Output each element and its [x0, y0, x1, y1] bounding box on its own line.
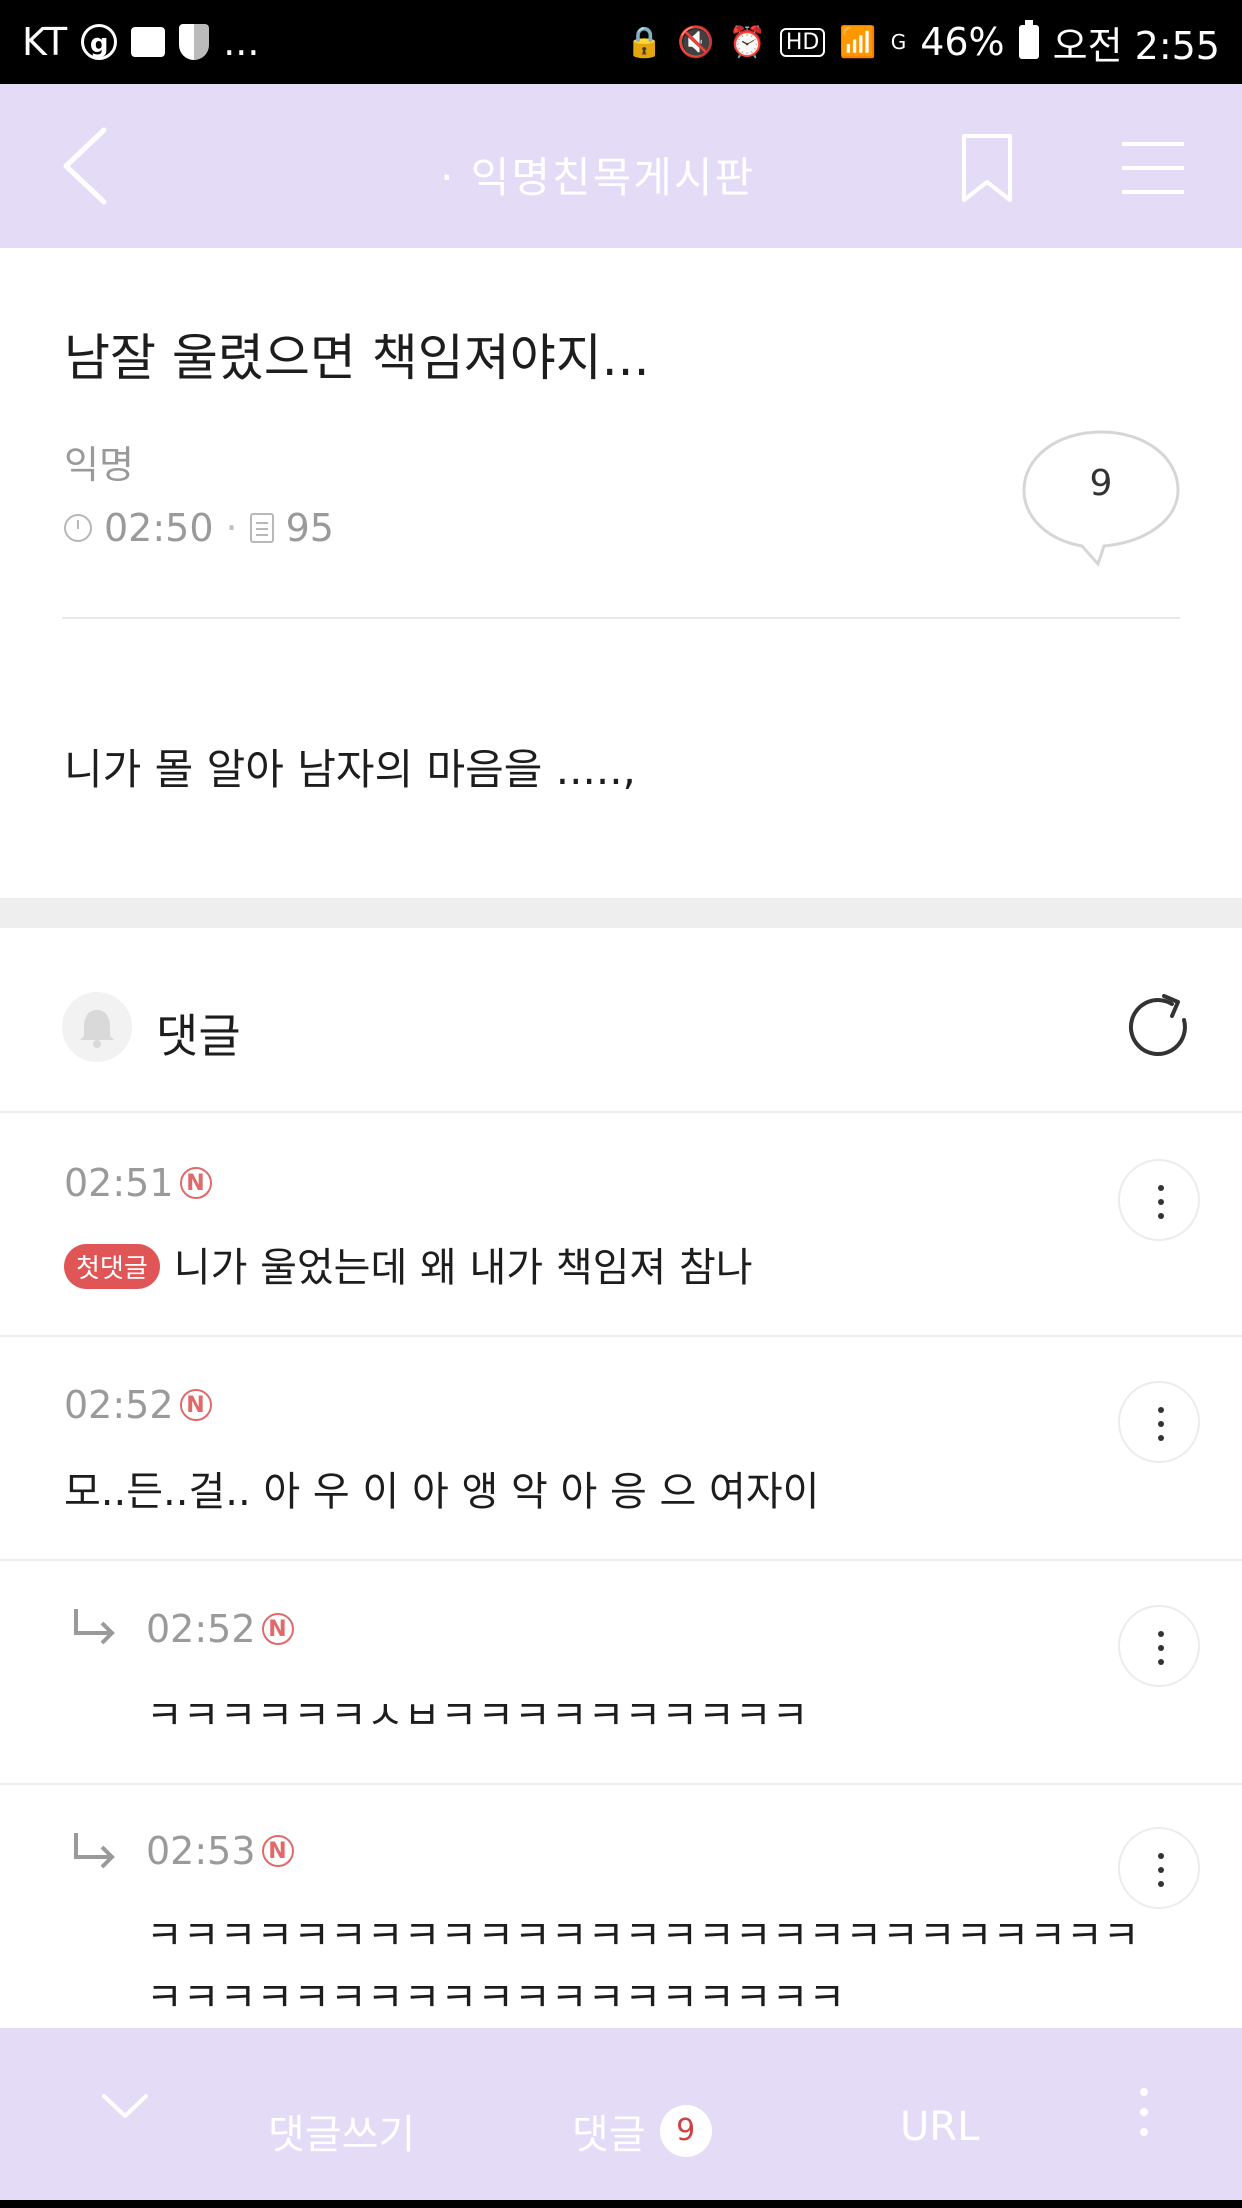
more-notifications: ...: [223, 20, 260, 64]
new-badge: N: [261, 1835, 294, 1867]
more-vertical-icon[interactable]: [1118, 1827, 1200, 1909]
comment-text: ㅋㅋㅋㅋㅋㅋㅅㅂㅋㅋㅋㅋㅋㅋㅋㅋㅋㅋ: [146, 1693, 809, 1739]
post-author: 익명: [64, 443, 134, 487]
new-badge: N: [261, 1613, 294, 1645]
network-type: G: [890, 30, 907, 54]
battery-icon: [1018, 20, 1039, 59]
reply-item: 02:52 N ㅋㅋㅋㅋㅋㅋㅅㅂㅋㅋㅋㅋㅋㅋㅋㅋㅋㅋ: [0, 1561, 1242, 1783]
post-time: 02:50: [104, 506, 214, 550]
mute-icon: 🔇: [677, 24, 715, 60]
battery-percent: 46%: [920, 20, 1005, 64]
chevron-left-icon[interactable]: [52, 124, 122, 208]
reply-item: 02:53 N ㅋㅋㅋㅋㅋㅋㅋㅋㅋㅋㅋㅋㅋㅋㅋㅋㅋㅋㅋㅋㅋㅋㅋㅋㅋㅋㅋ ㅋㅋㅋㅋ…: [0, 1785, 1242, 2028]
top-app-bar: · 익명친목게시판: [0, 84, 1242, 248]
post-title: 남잘 울렸으면 책임져야지...: [64, 329, 650, 387]
bell-icon[interactable]: [62, 992, 132, 1062]
comment-time: 02:52: [64, 1383, 174, 1427]
comment-time: 02:52: [146, 1607, 256, 1651]
write-comment-button[interactable]: 댓글쓰기: [268, 2102, 415, 2160]
clock-text: 오전 2:55: [1052, 23, 1220, 68]
post-views: 95: [285, 506, 334, 550]
comment-time: 02:53: [146, 1829, 256, 1873]
reply-arrow-icon: [74, 1609, 115, 1645]
divider: [62, 617, 1180, 619]
hamburger-menu-icon[interactable]: [1120, 138, 1186, 198]
comment-text: 니가 울었는데 왜 내가 책임져 참나: [173, 1245, 753, 1291]
more-vertical-icon[interactable]: [1118, 1605, 1200, 1687]
reply-arrow-icon: [74, 1833, 115, 1869]
clock-icon: [64, 514, 92, 542]
more-vertical-icon[interactable]: [1118, 1381, 1200, 1463]
board-title: · 익명친목게시판: [440, 153, 756, 202]
g-app-icon: g: [81, 24, 118, 60]
bottom-action-bar: 댓글쓰기 댓글 9 URL: [0, 2028, 1242, 2208]
post-meta: 02:50 · 95: [64, 506, 334, 550]
first-comment-badge: 첫댓글: [64, 1243, 160, 1289]
new-badge: N: [179, 1389, 212, 1421]
wifi-icon: 📶: [839, 24, 877, 60]
meta-separator: ·: [225, 506, 238, 550]
section-separator: [0, 898, 1242, 928]
url-button[interactable]: URL: [900, 2104, 979, 2150]
comment-item: 02:51 N 첫댓글 니가 울었는데 왜 내가 책임져 참나: [0, 1113, 1242, 1335]
comment-meta: 02:52 N: [64, 1383, 212, 1427]
post-body: 니가 몰 알아 남자의 마음을 .....,: [64, 745, 636, 794]
comments-button[interactable]: 댓글 9: [572, 2102, 712, 2160]
status-bar: KT g ... 🔒 🔇 ⏰ HD 📶 G 46% 오전 2:55: [0, 0, 1242, 84]
refresh-icon[interactable]: [1122, 990, 1198, 1066]
comments-heading: 댓글: [156, 1009, 241, 1063]
comment-item: 02:52 N 모..든..걸.. 아 우 이 아 앵 악 아 응 으 여자이: [0, 1337, 1242, 1559]
bookmark-icon[interactable]: [960, 132, 1014, 204]
views-icon: [249, 513, 274, 543]
new-badge: N: [179, 1167, 212, 1199]
comment-meta: 02:51 N: [64, 1161, 212, 1205]
comment-meta: 02:52 N: [146, 1607, 294, 1651]
lock-icon: 🔒: [625, 24, 664, 60]
chevron-down-icon[interactable]: [100, 2086, 150, 2126]
alarm-icon: ⏰: [728, 24, 766, 60]
comments-count-badge: 9: [659, 2105, 712, 2157]
hd-icon: HD: [779, 27, 826, 57]
image-icon: [131, 27, 166, 57]
more-vertical-icon[interactable]: [1118, 1159, 1200, 1241]
comment-text: 모..든..걸.. 아 우 이 아 앵 악 아 응 으 여자이: [64, 1469, 820, 1515]
comment-meta: 02:53 N: [146, 1829, 294, 1873]
comment-count: 9: [1089, 463, 1113, 504]
comment-time: 02:51: [64, 1161, 174, 1205]
screen-bottom-edge: [0, 2200, 1242, 2208]
more-vertical-icon[interactable]: [1134, 2084, 1154, 2144]
comment-text-line-2: ㅋㅋㅋㅋㅋㅋㅋㅋㅋㅋㅋㅋㅋㅋㅋㅋㅋㅋㅋ: [146, 1975, 846, 2021]
comments-button-label: 댓글: [572, 2112, 646, 2158]
shield-icon: [179, 24, 210, 60]
comment-text-row: 첫댓글 니가 울었는데 왜 내가 책임져 참나: [64, 1235, 753, 1293]
comment-text-line-1: ㅋㅋㅋㅋㅋㅋㅋㅋㅋㅋㅋㅋㅋㅋㅋㅋㅋㅋㅋㅋㅋㅋㅋㅋㅋㅋㅋ: [146, 1913, 1140, 1959]
carrier-label: KT: [22, 20, 68, 64]
